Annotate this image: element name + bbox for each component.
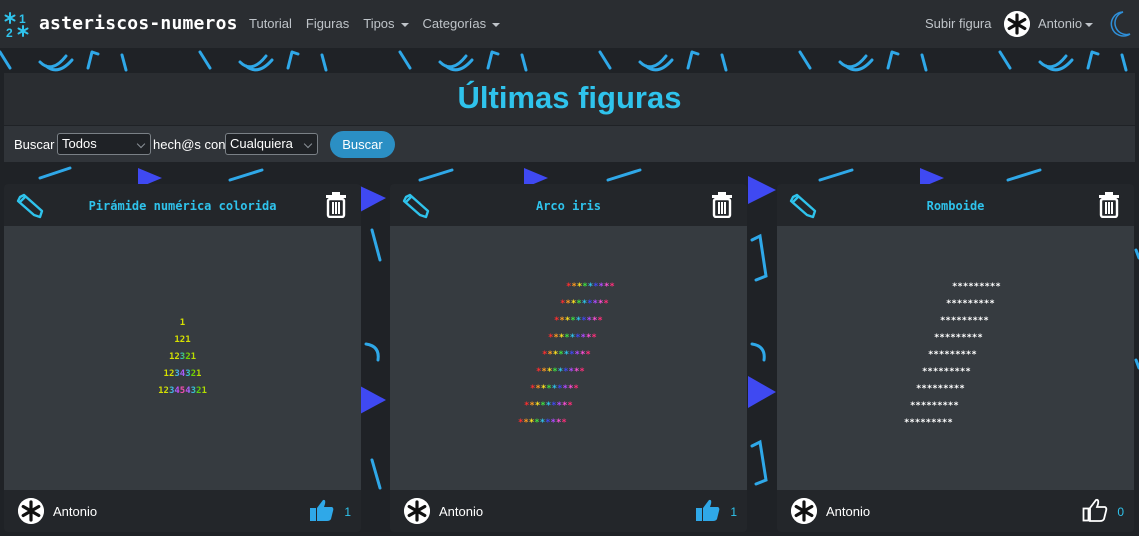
card-footer: Antonio 0	[777, 490, 1134, 532]
thumbs-up-icon[interactable]	[309, 498, 335, 522]
card-header: Arco iris	[390, 184, 747, 226]
figure-line: 1234321	[4, 369, 361, 379]
caret-down-icon	[492, 22, 501, 27]
figure-line: *********	[548, 333, 597, 343]
figure-text: 12321	[168, 352, 197, 362]
like-count: 1	[730, 505, 737, 519]
number-pyramid-figure: 1 121 12321 1234321 123454321	[4, 226, 361, 490]
figure-text: 1	[179, 318, 186, 328]
nav-dropdown-categorias[interactable]: Categorías	[423, 16, 501, 31]
user-name: Antonio	[1038, 16, 1083, 31]
figure-line: 121	[4, 335, 361, 345]
rainbow-figure: ********* ********* ********* ********* …	[390, 226, 747, 490]
figure-line: *********	[524, 401, 573, 411]
thumbs-up-outline-icon[interactable]	[1082, 498, 1108, 522]
nav-link-figuras[interactable]: Figuras	[306, 16, 349, 31]
figure-line: *********	[946, 299, 995, 309]
user-menu[interactable]: Antonio	[1038, 16, 1094, 31]
figure-line: *********	[910, 401, 959, 411]
author-avatar[interactable]	[18, 498, 44, 524]
search-label: Buscar	[14, 137, 55, 152]
pencil-icon[interactable]	[789, 193, 817, 219]
like-count: 1	[344, 505, 351, 519]
user-avatar[interactable]	[1004, 11, 1030, 37]
figure-line: *********	[530, 384, 579, 394]
pencil-icon[interactable]	[16, 193, 44, 219]
author-name[interactable]: Antonio	[53, 504, 97, 519]
figure-line: *********	[542, 350, 591, 360]
author-name[interactable]: Antonio	[439, 504, 483, 519]
category-select-value: Cualquiera	[230, 136, 293, 151]
upload-figure-link[interactable]: Subir figura	[925, 16, 991, 31]
type-select[interactable]: Todos	[57, 133, 151, 155]
rhomboid-figure: ********* ********* ********* ********* …	[777, 226, 1134, 490]
title-bar: Últimas figuras	[4, 73, 1135, 125]
like-count: 0	[1117, 505, 1124, 519]
figure-preview: ********* ********* ********* ********* …	[777, 226, 1134, 490]
figure-line: 123454321	[4, 386, 361, 396]
nav-dropdown-tipos[interactable]: Tipos	[363, 16, 409, 31]
card-title[interactable]: Arco iris	[430, 199, 707, 213]
card-title[interactable]: Pirámide numérica colorida	[44, 199, 321, 213]
page-title: Últimas figuras	[457, 80, 682, 115]
figure-line: *********	[916, 384, 965, 394]
trash-icon[interactable]	[325, 191, 347, 218]
chevron-down-icon	[303, 139, 313, 149]
trash-icon[interactable]	[711, 191, 733, 218]
chevron-down-icon	[136, 139, 146, 149]
card-header: Pirámide numérica colorida	[4, 184, 361, 226]
card-footer: Antonio 1	[390, 490, 747, 532]
trash-icon[interactable]	[1098, 191, 1120, 218]
figure-line: *********	[952, 282, 1001, 292]
category-select[interactable]: Cualquiera	[225, 133, 318, 155]
made-with-label: hech@s con	[153, 137, 226, 152]
figure-preview: 1 121 12321 1234321 123454321	[4, 226, 361, 490]
figure-line: *********	[904, 418, 953, 428]
logo-digit-one: 1	[19, 12, 26, 26]
nav-links: Tutorial Figuras Tipos Categorías	[249, 16, 501, 31]
author-name[interactable]: Antonio	[826, 504, 870, 519]
figure-line: *********	[536, 367, 585, 377]
figure-line: *********	[554, 316, 603, 326]
figure-card: Pirámide numérica colorida 1 121 12321 1…	[4, 184, 361, 532]
author-avatar[interactable]	[791, 498, 817, 524]
moon-icon[interactable]	[1106, 10, 1132, 38]
caret-down-icon	[1085, 22, 1094, 27]
figure-line: *********	[566, 282, 615, 292]
figure-line: 12321	[4, 352, 361, 362]
nav-link-tutorial[interactable]: Tutorial	[249, 16, 292, 31]
filter-bar: Buscar Todos hech@s con Cualquiera Busca…	[4, 126, 1135, 162]
brand-name[interactable]: asteriscos-numeros	[39, 13, 238, 34]
caret-down-icon	[400, 22, 409, 27]
figure-text: 123454321	[158, 386, 207, 396]
figure-line: *********	[518, 418, 567, 428]
logo-digit-two: 2	[6, 26, 13, 39]
figure-text: 1234321	[163, 369, 202, 379]
nav-link-label: Figuras	[305, 16, 350, 31]
nav-link-label: Categorías	[422, 16, 487, 31]
figure-line: *********	[934, 333, 983, 343]
figure-line: 1	[4, 318, 361, 328]
logo-icon[interactable]: 1 2	[4, 11, 30, 39]
figure-preview: ********* ********* ********* ********* …	[390, 226, 747, 490]
figure-line: *********	[922, 367, 971, 377]
card-header: Romboide	[777, 184, 1134, 226]
type-select-value: Todos	[62, 136, 97, 151]
pencil-icon[interactable]	[402, 193, 430, 219]
figure-card: Arco iris ********* ********* ********* …	[390, 184, 747, 532]
nav-link-label: Tutorial	[249, 16, 292, 31]
figure-text: 121	[174, 335, 191, 345]
figure-card: Romboide ********* ********* ********* *…	[777, 184, 1134, 532]
author-avatar[interactable]	[404, 498, 430, 524]
figure-line: *********	[928, 350, 977, 360]
nav-link-label: Tipos	[363, 16, 395, 31]
card-footer: Antonio 1	[4, 490, 361, 532]
navbar: 1 2 asteriscos-numeros Tutorial Figuras …	[0, 0, 1139, 48]
figure-line: *********	[560, 299, 609, 309]
card-title[interactable]: Romboide	[817, 199, 1094, 213]
figure-line: *********	[940, 316, 989, 326]
search-button[interactable]: Buscar	[330, 131, 395, 158]
thumbs-up-icon[interactable]	[695, 498, 721, 522]
